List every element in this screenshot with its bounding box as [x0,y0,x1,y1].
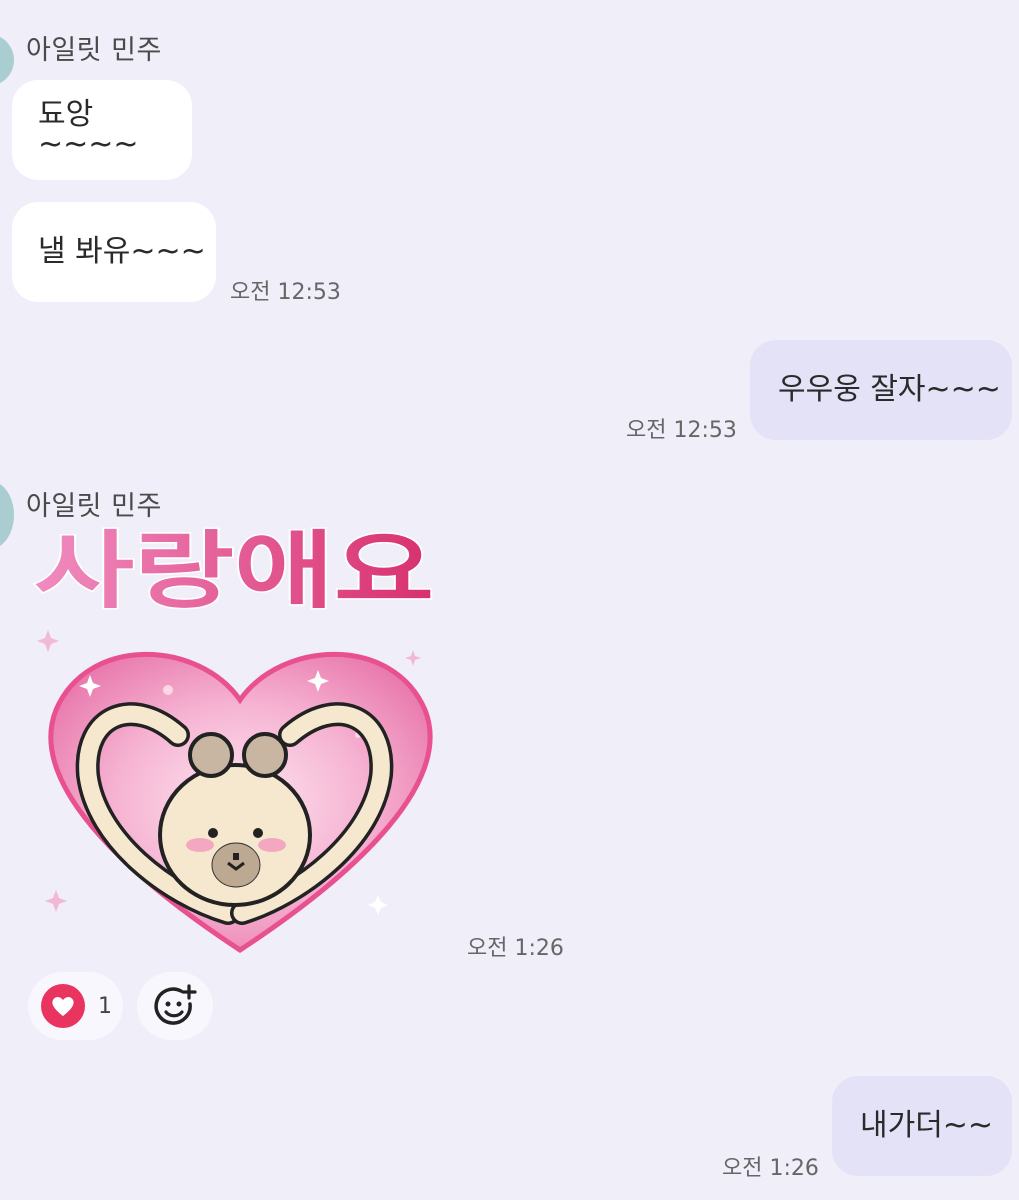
sticker-text: 사랑애요 [34,522,434,620]
avatar[interactable] [0,480,14,550]
message-text: 내가더~~ [860,1108,994,1143]
message-timestamp: 오전 1:26 [722,1156,819,1181]
like-reaction-button[interactable]: 1 [28,972,123,1040]
sender-name: 아일릿 민주 [26,491,162,522]
message-bubble[interactable]: 됴앙~~~~ [12,80,192,180]
message-text: 됴앙~~~~ [38,97,139,162]
sticker-image[interactable]: 사랑애요 [30,522,450,622]
like-count: 1 [98,993,112,1019]
sender-name: 아일릿 민주 [26,35,162,66]
add-reaction-button[interactable] [137,972,213,1040]
message-bubble[interactable]: 우우웅 잘자~~~ [750,340,1012,440]
avatar[interactable] [0,34,14,86]
add-emoji-icon [154,984,197,1025]
message-timestamp: 오전 12:53 [626,418,737,443]
message-text: 낼 봐유~~~ [38,234,206,269]
message-timestamp: 오전 1:26 [467,936,564,961]
message-bubble[interactable]: 내가더~~ [832,1076,1012,1176]
message-timestamp: 오전 12:53 [230,280,341,305]
message-text: 우우웅 잘자~~~ [778,372,1001,407]
heart-icon [41,984,85,1028]
heart-sticker-icon[interactable] [28,615,453,960]
message-bubble[interactable]: 낼 봐유~~~ [12,202,216,302]
